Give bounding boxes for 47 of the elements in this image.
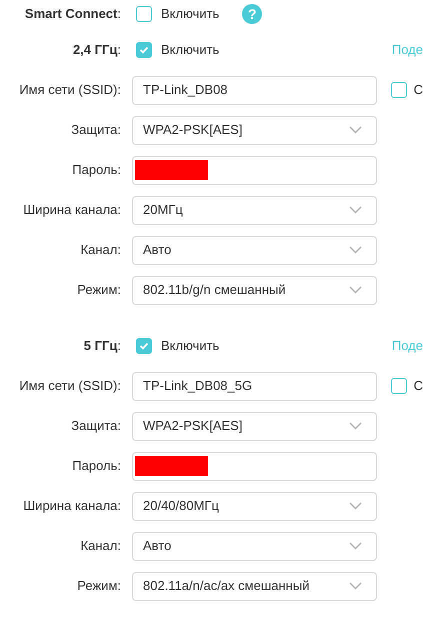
- field-label: 2,4 ГГц:: [72, 41, 121, 60]
- field-label: Smart Connect:: [24, 5, 121, 24]
- password-field[interactable]: [132, 452, 377, 480]
- input-field[interactable]: TP-Link_DB08_5G: [132, 372, 377, 400]
- checkbox[interactable]: [390, 82, 407, 98]
- checkmark-icon: [139, 46, 149, 54]
- chevron-down-icon: [349, 582, 362, 590]
- checkbox-label: Включить: [161, 5, 220, 24]
- checkbox[interactable]: [390, 378, 407, 394]
- chevron-down-icon: [349, 502, 362, 510]
- field-label: Имя сети (SSID):: [18, 81, 121, 100]
- input-field[interactable]: TP-Link_DB08: [132, 76, 377, 104]
- checkbox[interactable]: [136, 6, 152, 22]
- dropdown[interactable]: 802.11b/g/n смешанный: [132, 276, 377, 304]
- checkbox-label: Включить: [161, 41, 220, 60]
- field-label: Ширина канала:: [22, 497, 121, 516]
- field-label: Ширина канала:: [22, 201, 121, 220]
- dropdown[interactable]: Авто: [132, 236, 377, 264]
- field-label: Защита:: [70, 121, 121, 140]
- dropdown[interactable]: WPA2-PSK[AES]: [132, 412, 377, 440]
- checkmark-icon: [139, 342, 149, 350]
- checkbox[interactable]: [136, 338, 152, 354]
- dropdown[interactable]: WPA2-PSK[AES]: [132, 116, 377, 144]
- chevron-down-icon: [349, 206, 362, 214]
- checkbox-label: Включить: [161, 337, 220, 356]
- field-label: Режим:: [76, 577, 121, 596]
- field-label: Канал:: [80, 537, 121, 556]
- field-label: Пароль:: [71, 161, 121, 180]
- dropdown[interactable]: 802.11a/n/ac/ax смешанный: [132, 572, 377, 600]
- chevron-down-icon: [349, 126, 362, 134]
- checkbox[interactable]: [136, 42, 152, 58]
- chevron-down-icon: [349, 422, 362, 430]
- field-label: Канал:: [80, 241, 121, 260]
- chevron-down-icon: [349, 246, 362, 254]
- chevron-down-icon: [349, 542, 362, 550]
- checkbox-label: С: [414, 81, 423, 100]
- password-field[interactable]: [132, 156, 377, 184]
- field-label: Пароль:: [71, 457, 121, 476]
- dropdown[interactable]: 20МГц: [132, 196, 377, 224]
- field-label: Имя сети (SSID):: [18, 377, 121, 396]
- chevron-down-icon: [349, 286, 362, 294]
- dropdown[interactable]: Авто: [132, 532, 377, 560]
- dropdown[interactable]: 20/40/80МГц: [132, 492, 377, 520]
- field-label: Защита:: [70, 417, 121, 436]
- checkbox-label: С: [414, 377, 423, 396]
- field-label: 5 ГГц:: [82, 337, 121, 356]
- field-label: Режим:: [76, 281, 121, 300]
